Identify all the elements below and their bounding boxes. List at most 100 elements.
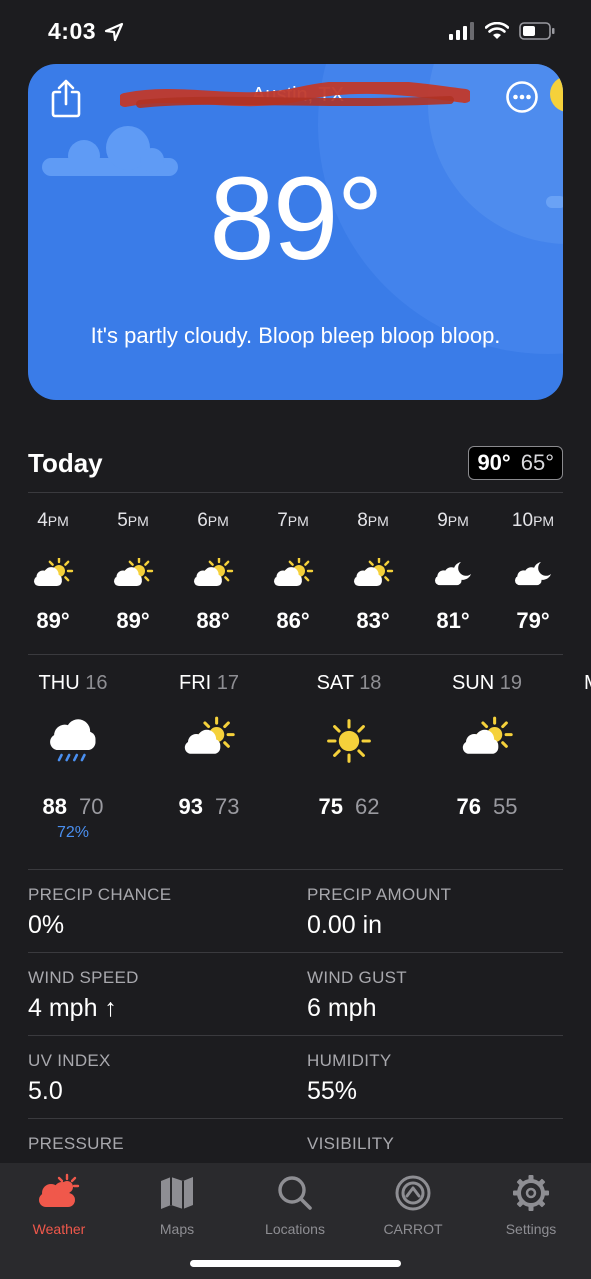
hour-temp: 83° (356, 608, 390, 633)
partly-cloudy-day-icon (351, 556, 395, 594)
hour-temp: 88° (196, 608, 230, 633)
detail-value: 5.0 (28, 1077, 63, 1105)
detail-label: PRECIP CHANCE (28, 885, 172, 904)
divider (28, 654, 563, 655)
tab-weather[interactable]: Weather (0, 1173, 118, 1237)
partly-cloudy-day-icon (271, 556, 315, 594)
detail-value: 55% (307, 1077, 358, 1105)
partly-cloudy-night-icon (431, 558, 475, 594)
tab-carrot[interactable]: CARROT (354, 1173, 472, 1237)
rain-icon (45, 716, 101, 766)
detail-humidity: HUMIDITY 55% (307, 1051, 563, 1106)
tab-label: Settings (505, 1221, 557, 1237)
hour-temp: 89° (116, 608, 150, 633)
daily-item[interactable]: SUN 19 76 55 (417, 672, 557, 844)
tab-settings[interactable]: Settings (472, 1173, 590, 1237)
day-name: FRI 17 (178, 672, 240, 694)
detail-label: UV INDEX (28, 1051, 111, 1070)
divider (28, 869, 563, 870)
gear-icon (509, 1173, 553, 1213)
status-time: 4:03 (48, 18, 97, 44)
daily-item[interactable]: FRI 17 93 73 (139, 672, 279, 844)
detail-wind-speed: WIND SPEED 4 mph ↑ (28, 968, 284, 1023)
hourly-item: 8PM 83° (333, 510, 413, 634)
detail-label: HUMIDITY (307, 1051, 392, 1070)
today-label: Today (28, 448, 103, 478)
search-icon (273, 1173, 317, 1213)
tab-label: Weather (32, 1221, 86, 1237)
detail-precip-chance: PRECIP CHANCE 0% (28, 885, 284, 940)
daily-forecast[interactable]: M THU 16 8870 72%FRI 17 9373 SAT 18 7562… (0, 672, 591, 852)
hour-time: 9PM (437, 510, 469, 531)
map-icon (155, 1173, 199, 1213)
day-temps: 93 73 (178, 794, 240, 819)
hourly-item: 9PM 81° (413, 510, 493, 634)
today-high-low: 90° 65° (468, 446, 563, 480)
hourly-forecast[interactable]: 4PM 89° 5PM 89° 6PM 88° 7PM 86° 8PM 83° 9PM 8… (13, 510, 573, 634)
partly-cloudy-day-icon (111, 556, 155, 594)
detail-label: VISIBILITY (307, 1134, 395, 1153)
detail-uv-index: UV INDEX 5.0 (28, 1051, 284, 1106)
hour-temp: 89° (36, 608, 70, 633)
day-temps: 76 55 (456, 794, 518, 819)
hourly-item: 7PM 86° (253, 510, 333, 634)
tab-label: Maps (159, 1221, 195, 1237)
detail-label: PRECIP AMOUNT (307, 885, 452, 904)
weather-icon (37, 1173, 81, 1213)
today-low: 65° (520, 450, 554, 475)
detail-label: WIND GUST (307, 968, 407, 987)
day-temps: 88 70 (42, 794, 104, 819)
status-indicators (449, 22, 555, 40)
daily-next-peek: M (584, 672, 591, 695)
hour-temp: 79° (516, 608, 550, 633)
partly-cloudy-day-icon (459, 716, 515, 766)
home-indicator (190, 1260, 401, 1267)
hourly-item: 6PM 88° (173, 510, 253, 634)
day-name: THU 16 (38, 672, 108, 694)
current-conditions-card: Austin, TX 89° It's partly cloudy. Bloop… (28, 64, 563, 400)
weather-description: It's partly cloudy. Bloop bleep bloop bl… (90, 323, 501, 348)
hour-time: 10PM (511, 510, 555, 531)
hourly-item: 5PM 89° (93, 510, 173, 634)
hour-time: 5PM (117, 510, 149, 531)
detail-pressure: PRESSURE (28, 1134, 284, 1160)
location-arrow-icon (104, 22, 124, 42)
day-name: SAT 18 (316, 672, 382, 694)
hour-temp: 81° (436, 608, 470, 633)
partly-cloudy-day-icon (181, 716, 237, 766)
detail-value: 6 mph (307, 994, 377, 1022)
tab-label: CARROT (383, 1221, 443, 1237)
share-icon[interactable] (50, 78, 82, 118)
battery-icon (519, 22, 555, 40)
current-temperature: 89° (209, 153, 383, 285)
hour-temp: 86° (276, 608, 310, 633)
partly-cloudy-day-icon (191, 556, 235, 594)
carrot-icon (391, 1173, 435, 1213)
partly-cloudy-night-icon (511, 558, 555, 594)
day-precip-chance: 72% (56, 824, 90, 841)
detail-precip-amount: PRECIP AMOUNT 0.00 in (307, 885, 563, 940)
detail-value: 0.00 in (307, 911, 383, 939)
more-options-icon[interactable] (505, 80, 539, 114)
detail-wind-gust: WIND GUST 6 mph (307, 968, 563, 1023)
detail-value: 0% (28, 911, 65, 939)
detail-value: 4 mph ↑ (28, 994, 117, 1022)
redaction-scribble (120, 82, 470, 108)
divider (28, 1035, 563, 1036)
cellular-signal-icon (449, 22, 474, 40)
daily-item[interactable]: SAT 18 75 62 (279, 672, 419, 844)
today-header: Today 90° 65° (28, 446, 563, 492)
tab-locations[interactable]: Locations (236, 1173, 354, 1237)
hourly-item: 4PM 89° (13, 510, 93, 634)
hour-time: 8PM (357, 510, 389, 531)
day-temps: 75 62 (318, 794, 380, 819)
status-bar: 4:03 (0, 0, 591, 62)
tab-maps[interactable]: Maps (118, 1173, 236, 1237)
detail-label: WIND SPEED (28, 968, 139, 987)
daily-item[interactable]: THU 16 88 70 72% (3, 672, 143, 844)
detail-visibility: VISIBILITY (307, 1134, 563, 1160)
divider (28, 1118, 563, 1119)
hour-time: 4PM (37, 510, 69, 531)
wifi-icon (485, 22, 509, 39)
hour-time: 7PM (277, 510, 309, 531)
